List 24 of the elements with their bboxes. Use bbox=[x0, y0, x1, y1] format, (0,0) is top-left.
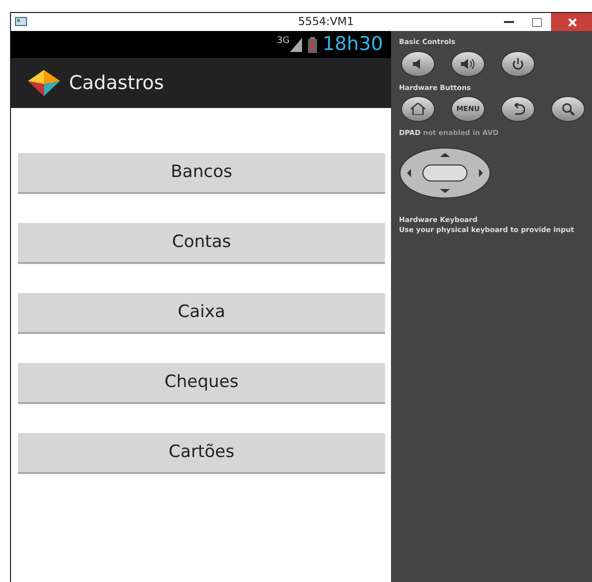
app-title: Cadastros bbox=[69, 70, 164, 96]
volume-up-button[interactable] bbox=[451, 50, 485, 76]
minimize-icon bbox=[504, 21, 514, 23]
app-logo-icon bbox=[27, 68, 61, 98]
category-button[interactable]: Cheques bbox=[18, 363, 385, 404]
network-label: 3G bbox=[276, 35, 290, 48]
window-title: 5554:VM1 bbox=[297, 14, 354, 30]
category-button[interactable]: Caixa bbox=[18, 293, 385, 334]
category-button[interactable]: Cartões bbox=[18, 433, 385, 474]
search-icon bbox=[562, 102, 574, 116]
volume-down-button[interactable] bbox=[401, 50, 435, 76]
back-button[interactable] bbox=[501, 96, 535, 122]
power-button[interactable] bbox=[501, 50, 535, 76]
home-icon bbox=[410, 103, 426, 115]
home-button[interactable] bbox=[401, 96, 435, 122]
search-button[interactable] bbox=[551, 96, 585, 122]
category-button[interactable]: Contas bbox=[18, 223, 385, 264]
volume-up-icon bbox=[460, 58, 476, 68]
maximize-icon bbox=[532, 18, 542, 26]
category-button[interactable]: Bancos bbox=[18, 153, 385, 194]
status-time: 18h30 bbox=[322, 32, 383, 58]
power-icon bbox=[512, 58, 524, 70]
close-button[interactable] bbox=[551, 13, 592, 31]
close-icon bbox=[568, 18, 576, 26]
